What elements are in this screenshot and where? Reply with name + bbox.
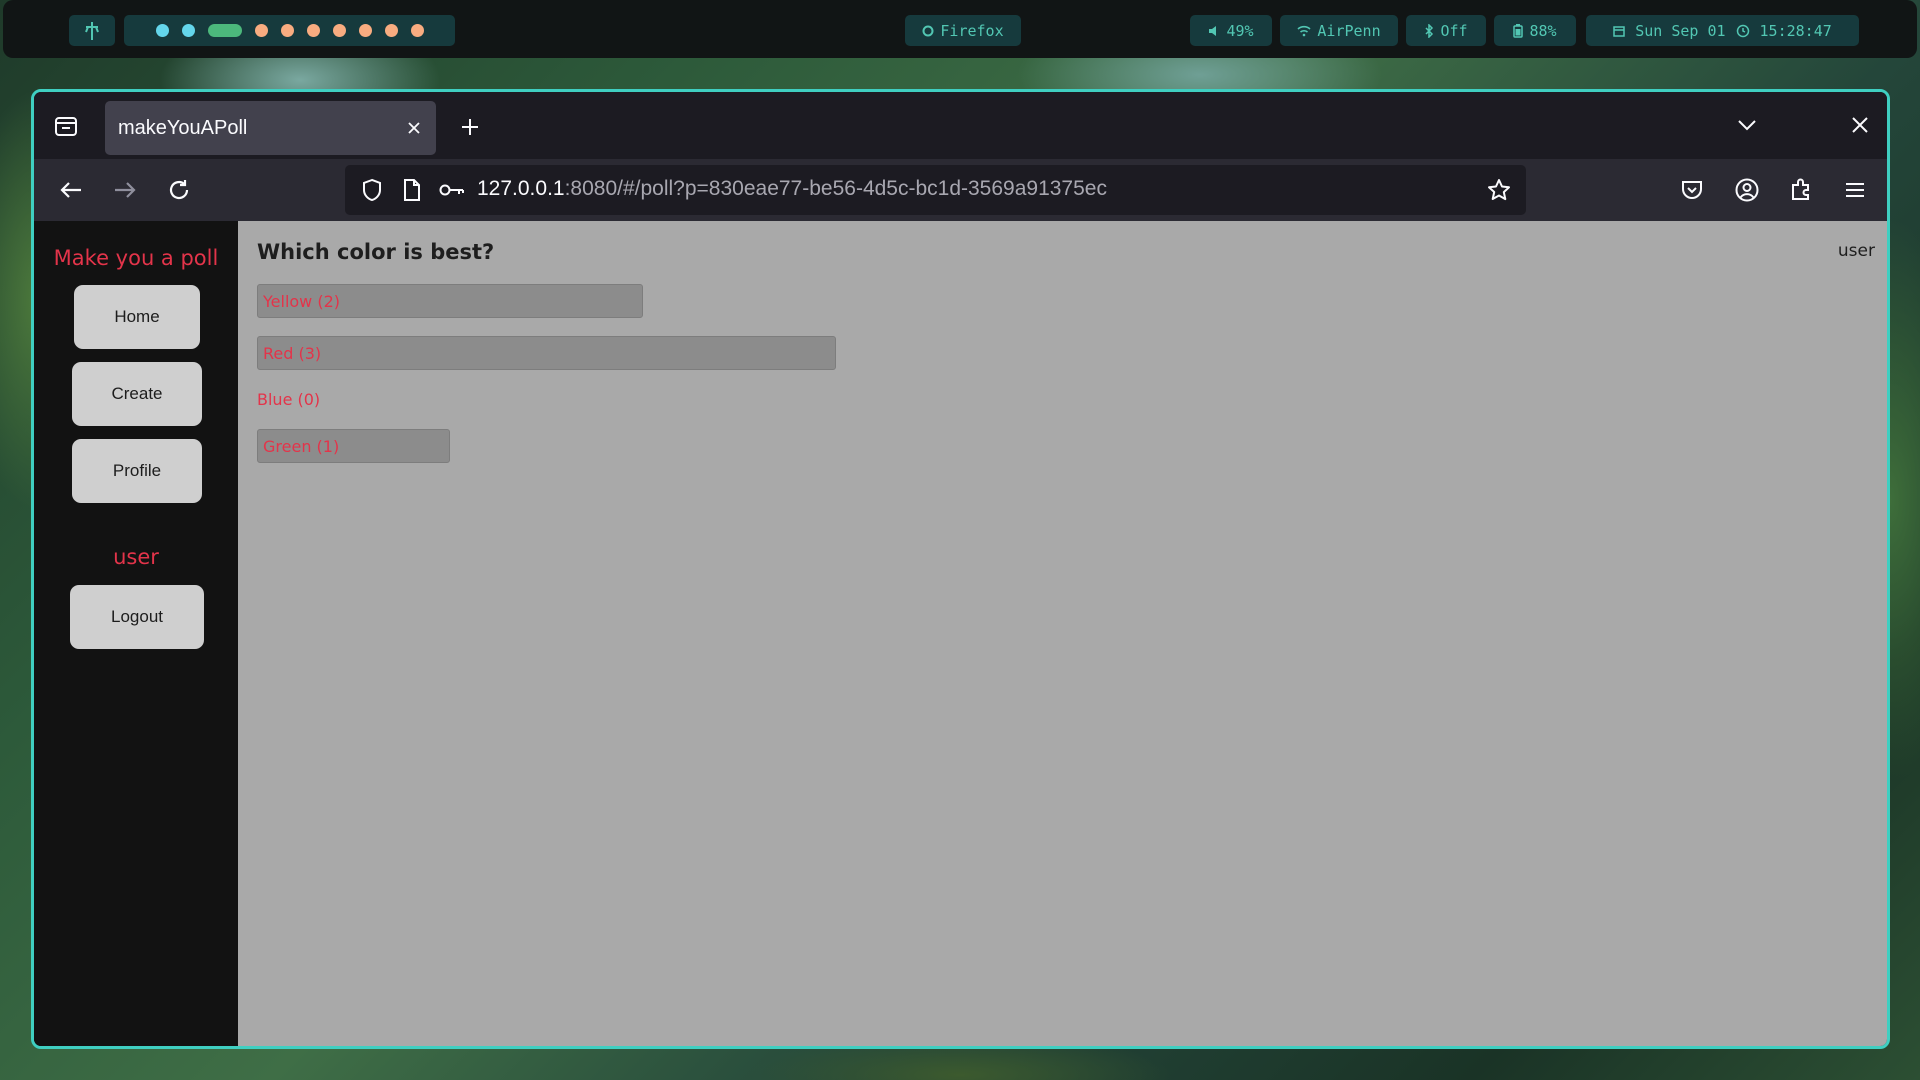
tab-list-icon — [55, 117, 77, 136]
web-page: Make you a poll Home Create Profile user… — [34, 221, 1887, 1046]
pocket-button[interactable] — [1674, 172, 1710, 208]
poll-option-red[interactable]: Red (3) — [257, 336, 836, 370]
bluetooth-status: Off — [1440, 21, 1468, 40]
hamburger-menu-icon — [1846, 183, 1864, 197]
poll-option-yellow[interactable]: Yellow (2) — [257, 284, 643, 318]
option-label: Green (1) — [263, 437, 340, 456]
option-label: Red (3) — [263, 344, 322, 363]
reload-button[interactable] — [161, 172, 197, 208]
poll-option-green[interactable]: Green (1) — [257, 429, 450, 463]
arrow-right-icon — [115, 182, 136, 198]
wifi-icon — [1297, 25, 1311, 36]
puzzle-icon — [1792, 178, 1809, 200]
option-label: Blue (0) — [257, 390, 321, 409]
star-icon — [1488, 179, 1510, 201]
calendar-icon — [1613, 25, 1625, 37]
sidebar-username: user — [113, 545, 159, 569]
url-text[interactable]: 127.0.0.1:8080/#/poll?p=830eae77-be56-4d… — [477, 177, 1107, 201]
vote-bar — [257, 336, 836, 370]
active-app-name: Firefox — [940, 21, 1004, 40]
workspace-dot[interactable] — [181, 24, 195, 37]
main-panel: Which color is best? user Yellow (2) Red… — [238, 221, 1887, 1046]
volume-icon — [1209, 25, 1217, 36]
tab-close-button[interactable] — [402, 116, 426, 140]
active-window-indicator: Firefox — [905, 15, 1021, 46]
header-username: user — [1837, 241, 1875, 261]
workspace-dot-active[interactable] — [207, 24, 242, 37]
clock-widget[interactable]: Sun Sep 01 15:28:47 — [1586, 15, 1859, 46]
profile-button[interactable]: Profile — [72, 439, 202, 503]
clock-icon — [1736, 24, 1749, 37]
workspace-dot[interactable] — [254, 24, 268, 37]
workspace-dot[interactable] — [332, 24, 346, 37]
option-label: Yellow (2) — [263, 292, 341, 311]
battery-indicator[interactable]: 88% — [1494, 15, 1576, 46]
workspace-dot[interactable] — [358, 24, 372, 37]
reload-icon — [169, 180, 189, 200]
password-manager-button[interactable] — [439, 177, 465, 203]
launcher-button[interactable] — [69, 15, 115, 46]
date-text: Sun Sep 01 — [1635, 21, 1726, 40]
system-top-bar: Firefox 49% AirPenn Off 88% Sun Sep 01 1… — [3, 0, 1917, 58]
launcher-icon — [85, 21, 99, 40]
tracking-protection-button[interactable] — [359, 177, 385, 203]
workspace-dot[interactable] — [384, 24, 398, 37]
firefox-view-button[interactable] — [48, 108, 84, 144]
create-button[interactable]: Create — [72, 362, 202, 426]
tab-bar: makeYouAPoll — [34, 92, 1887, 159]
chevron-down-icon — [1738, 120, 1756, 131]
back-button[interactable] — [53, 172, 89, 208]
close-icon — [1852, 117, 1868, 133]
browser-window: makeYouAPoll 127.0.0.1:8080/#/poll?p=830… — [31, 89, 1890, 1049]
firefox-icon — [922, 25, 934, 36]
window-close-button[interactable] — [1845, 110, 1875, 140]
account-button[interactable] — [1729, 172, 1765, 208]
poll-question: Which color is best? — [257, 240, 495, 264]
wifi-network: AirPenn — [1317, 21, 1381, 40]
key-icon — [439, 184, 464, 196]
workspace-dot[interactable] — [155, 24, 169, 37]
close-icon — [408, 122, 420, 134]
volume-indicator[interactable]: 49% — [1190, 15, 1272, 46]
bookmark-button[interactable] — [1486, 177, 1512, 203]
bluetooth-icon — [1425, 23, 1434, 38]
url-host: 127.0.0.1 — [477, 177, 565, 200]
workspace-dot[interactable] — [306, 24, 320, 37]
volume-level: 49% — [1226, 21, 1254, 40]
shield-icon — [363, 178, 381, 202]
url-path: :8080/#/poll?p=830eae77-be56-4d5c-bc1d-3… — [564, 177, 1107, 200]
app-sidebar: Make you a poll Home Create Profile user… — [34, 221, 238, 1046]
tab-title: makeYouAPoll — [118, 116, 248, 139]
app-brand: Make you a poll — [53, 246, 219, 270]
new-tab-button[interactable] — [454, 111, 486, 143]
app-menu-button[interactable] — [1837, 172, 1873, 208]
arrow-left-icon — [60, 182, 81, 198]
bluetooth-indicator[interactable]: Off — [1406, 15, 1486, 46]
wifi-indicator[interactable]: AirPenn — [1280, 15, 1398, 46]
time-text: 15:28:47 — [1759, 21, 1832, 40]
plus-icon — [462, 119, 478, 135]
home-button[interactable]: Home — [74, 285, 200, 349]
page-icon — [404, 179, 420, 201]
address-bar[interactable]: 127.0.0.1:8080/#/poll?p=830eae77-be56-4d… — [345, 165, 1526, 215]
navigation-toolbar: 127.0.0.1:8080/#/poll?p=830eae77-be56-4d… — [34, 159, 1887, 221]
forward-button[interactable] — [107, 172, 143, 208]
tab-active[interactable]: makeYouAPoll — [105, 101, 436, 155]
battery-icon — [1513, 23, 1524, 38]
site-info-button[interactable] — [399, 177, 425, 203]
list-all-tabs-button[interactable] — [1732, 110, 1762, 140]
workspace-switcher[interactable] — [124, 15, 455, 46]
extensions-button[interactable] — [1783, 172, 1819, 208]
workspace-dot[interactable] — [280, 24, 294, 37]
logout-button[interactable]: Logout — [70, 585, 204, 649]
workspace-dot[interactable] — [410, 24, 424, 37]
pocket-icon — [1682, 181, 1702, 199]
battery-level: 88% — [1529, 21, 1557, 40]
account-icon — [1735, 178, 1759, 202]
